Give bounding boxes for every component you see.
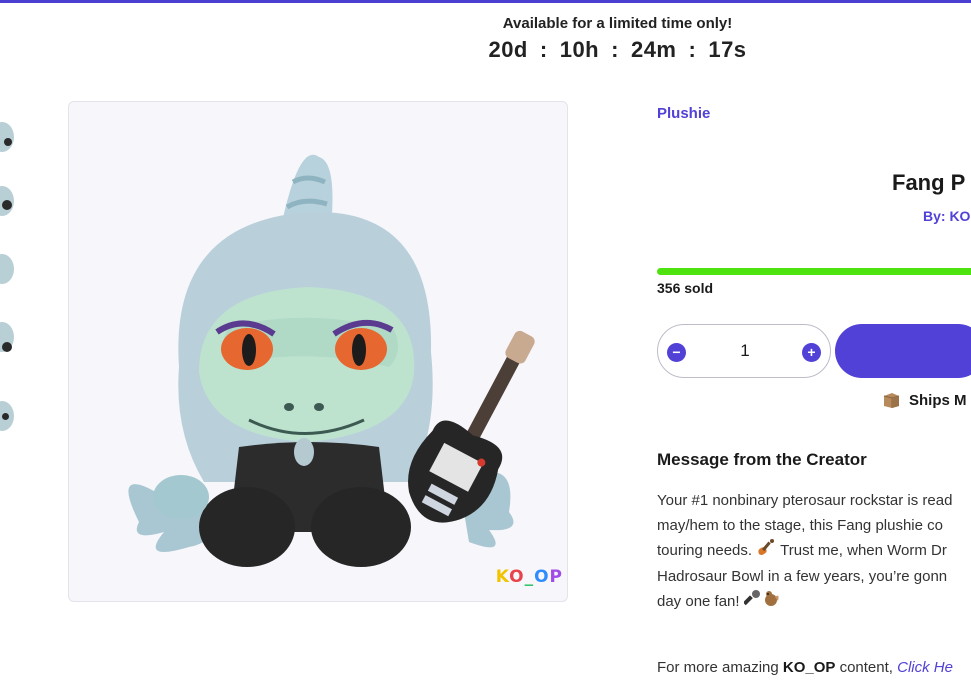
package-icon <box>882 392 901 409</box>
top-accent-bar <box>0 0 971 3</box>
increase-quantity-button[interactable]: + <box>802 343 821 362</box>
creator-message-heading: Message from the Creator <box>657 450 867 469</box>
guitar-icon <box>756 538 776 565</box>
countdown-separator: : <box>611 37 619 62</box>
plushie-illustration <box>128 154 535 567</box>
thumbnail-1[interactable] <box>0 118 18 156</box>
chipmunk-icon <box>762 589 780 616</box>
thumbnail-3[interactable] <box>0 250 18 288</box>
shipping-text: Ships M <box>909 392 967 409</box>
countdown-seconds: 17s <box>708 37 747 62</box>
countdown-timer: 20d : 10h : 24m : 17s <box>420 37 815 63</box>
thumbnail-5[interactable] <box>0 401 18 431</box>
more-prefix: For more amazing <box>657 659 779 676</box>
ko-op-logo: KO_OP <box>495 567 563 587</box>
shipping-info: Ships M <box>882 392 967 409</box>
limited-time-title: Available for a limited time only! <box>502 15 733 32</box>
message-line: day one fan! <box>657 589 971 616</box>
message-line: may/hem to the stage, this Fang plushie … <box>657 516 943 534</box>
message-text: touring needs. <box>657 542 753 560</box>
sales-progress-fill <box>657 268 971 275</box>
microphone-icon <box>742 589 762 616</box>
quantity-input[interactable]: 1 <box>718 341 772 361</box>
message-line: Your #1 nonbinary pterosaur rockstar is … <box>657 492 953 509</box>
countdown-minutes: 24m <box>630 37 677 62</box>
thumbnail-4[interactable] <box>0 318 18 356</box>
message-text: day one fan! <box>657 593 740 611</box>
decrease-quantity-button[interactable]: − <box>667 343 686 362</box>
quantity-stepper: − 1 + <box>657 324 831 378</box>
countdown-separator: : <box>539 37 548 62</box>
countdown-hours: 10h <box>559 37 600 62</box>
more-content-line: For more amazing KO_OP content, Click He <box>657 659 953 676</box>
product-image[interactable]: KO_OP <box>68 101 568 602</box>
countdown-days: 20d <box>488 37 528 62</box>
creator-link[interactable]: By: KO <box>923 208 970 224</box>
product-category[interactable]: Plushie <box>657 105 710 122</box>
sold-number: 356 <box>657 280 681 296</box>
more-brand: KO_OP <box>782 659 836 676</box>
product-title: Fang P <box>892 170 966 195</box>
message-line: Hadrosaur Bowl in a few years, you’re go… <box>657 567 948 585</box>
click-here-link[interactable]: Click He <box>897 659 953 676</box>
thumbnail-2[interactable] <box>0 182 18 220</box>
message-text: Trust me, when Worm Dr <box>780 542 947 560</box>
sold-count: 356 sold <box>657 280 713 296</box>
countdown-separator: : <box>688 37 697 62</box>
add-to-cart-button[interactable] <box>835 324 971 378</box>
message-line: touring needs. Trust me, when Worm Dr <box>657 538 971 565</box>
more-middle: content, <box>839 659 893 676</box>
limited-time-banner: Available for a limited time only! 20d :… <box>420 15 815 63</box>
creator-message-body: Your #1 nonbinary pterosaur rockstar is … <box>657 489 971 616</box>
sales-progress-bar <box>657 268 971 275</box>
sold-suffix: sold <box>684 280 714 296</box>
